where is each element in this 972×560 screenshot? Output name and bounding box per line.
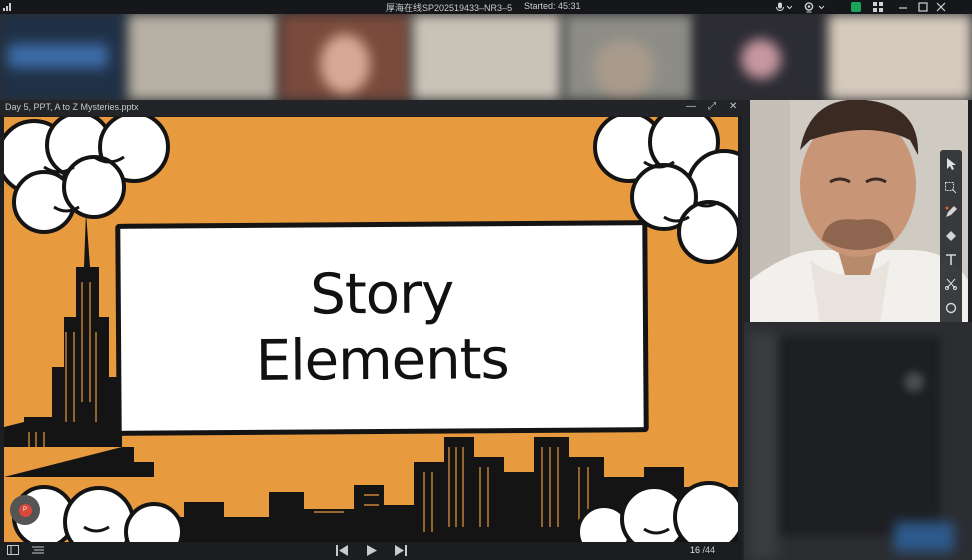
camera-icon[interactable]: [804, 1, 826, 13]
text-icon[interactable]: [943, 250, 959, 270]
participant-video-panel: [744, 322, 972, 560]
share-maximize-icon[interactable]: ⤢: [708, 101, 716, 112]
mic-icon[interactable]: [775, 1, 793, 13]
signal-icon: [3, 3, 13, 11]
close-icon[interactable]: [936, 1, 946, 13]
slide-control-bar: 16 /44: [0, 542, 742, 560]
pen-icon[interactable]: [943, 202, 959, 222]
participant-strip: [0, 14, 972, 100]
meeting-title-bar: 厚海在线SP202519433–NR3–5 Started: 45:31: [0, 0, 972, 14]
meeting-title: 厚海在线SP202519433–NR3–5: [386, 3, 513, 13]
next-slide-icon[interactable]: [394, 545, 408, 559]
select-icon[interactable]: [943, 178, 959, 198]
share-status-icon[interactable]: [851, 2, 861, 12]
presenter-avatar[interactable]: P: [10, 495, 40, 525]
share-window-header: Day 5, PPT, A to Z Mysteries.pptx — ⤢ ✕: [0, 100, 742, 116]
eraser-icon[interactable]: [943, 226, 959, 246]
play-icon[interactable]: [366, 545, 377, 559]
share-close-icon[interactable]: ✕: [729, 101, 737, 112]
grid-icon[interactable]: [873, 1, 883, 13]
participant-tile[interactable]: [564, 14, 694, 100]
screen-icon[interactable]: [7, 545, 19, 558]
participant-tile[interactable]: [280, 14, 410, 100]
meeting-timer: Started: 45:31: [524, 1, 581, 11]
slide-title-line-1: Story: [310, 261, 454, 328]
total-pages: /44: [702, 545, 716, 555]
scissors-icon[interactable]: [943, 274, 959, 294]
presentation-slide: Story Elements P: [4, 117, 738, 542]
page-indicator: 16 /44: [690, 545, 715, 555]
participant-tile[interactable]: [412, 14, 562, 100]
slide-title-line-2: Elements: [255, 327, 509, 394]
minimize-icon[interactable]: [898, 1, 908, 13]
participant-tile[interactable]: [128, 14, 278, 100]
share-minimize-icon[interactable]: —: [686, 101, 696, 112]
notes-icon[interactable]: [32, 545, 44, 558]
shared-file-title: Day 5, PPT, A to Z Mysteries.pptx: [5, 102, 139, 112]
pointer-icon[interactable]: [943, 154, 959, 174]
current-page[interactable]: 16: [690, 545, 700, 555]
speaker-video-feed: [750, 100, 968, 322]
presenter-avatar-initial: P: [18, 503, 32, 517]
participant-tile[interactable]: [0, 14, 126, 100]
prev-slide-icon[interactable]: [335, 545, 349, 559]
participant-tile[interactable]: [828, 14, 972, 100]
maximize-icon[interactable]: [918, 1, 928, 13]
annotation-toolbar: [940, 150, 962, 328]
shape-icon[interactable]: [943, 298, 959, 318]
slide-title-box: Story Elements: [115, 220, 649, 436]
speaker-video[interactable]: [750, 100, 968, 322]
participant-tile[interactable]: [696, 14, 826, 100]
